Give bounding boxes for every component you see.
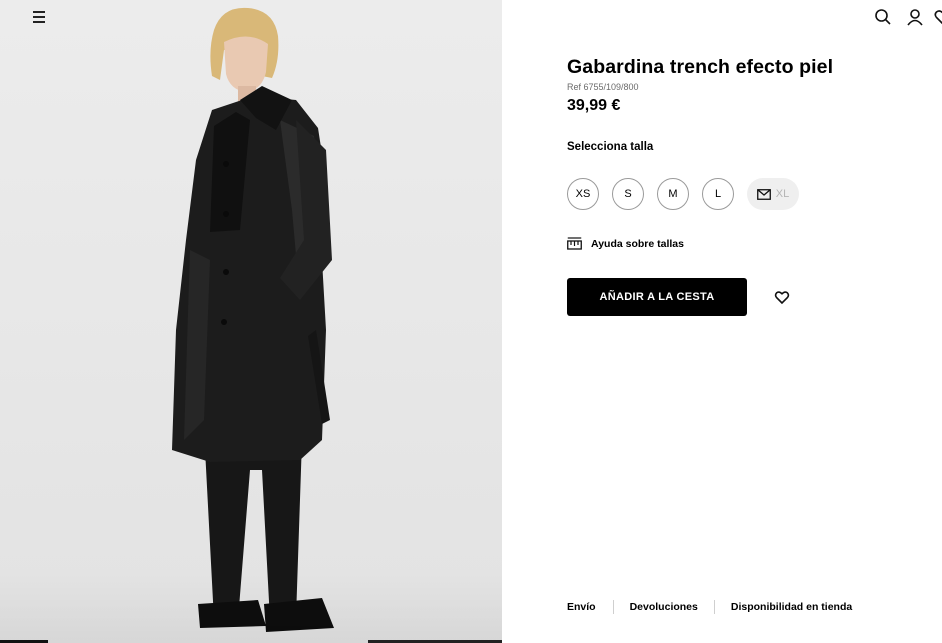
link-divider (713, 600, 715, 614)
heart-icon[interactable] (932, 6, 942, 28)
size-option-l[interactable]: L (702, 178, 734, 210)
mail-icon (756, 188, 771, 200)
size-option-xs[interactable]: XS (567, 178, 599, 210)
model-figure (172, 7, 334, 632)
link-divider (612, 600, 614, 614)
size-option-xl-notify[interactable]: XL (747, 178, 799, 210)
product-title: Gabardina trench efecto piel (567, 56, 834, 78)
size-option-xl-label: XL (775, 188, 790, 200)
store-availability-link[interactable]: Disponibilidad en tienda (731, 601, 852, 613)
search-icon[interactable] (872, 6, 894, 28)
size-selector-label: Selecciona talla (567, 141, 654, 153)
shipping-link[interactable]: Envío (567, 601, 596, 613)
user-icon[interactable] (904, 6, 926, 28)
hamburger-menu-icon[interactable] (30, 8, 48, 26)
header-icons (852, 6, 942, 28)
size-option-s[interactable]: S (612, 178, 644, 210)
product-image[interactable] (0, 0, 502, 643)
ruler-icon (567, 237, 582, 250)
size-help-label: Ayuda sobre tallas (591, 237, 684, 250)
footer-links: Envío Devoluciones Disponibilidad en tie… (567, 600, 852, 614)
wishlist-heart-icon[interactable] (773, 288, 791, 306)
product-reference: Ref 6755/109/800 (567, 82, 639, 92)
image-floor-shadow (0, 573, 502, 643)
product-price: 39,99 € (567, 97, 621, 114)
returns-link[interactable]: Devoluciones (630, 601, 698, 613)
size-selector: XS S M L XL (567, 178, 807, 210)
add-to-cart-button[interactable]: AÑADIR A LA CESTA (567, 278, 747, 316)
size-help-link[interactable]: Ayuda sobre tallas (567, 237, 684, 250)
size-option-m[interactable]: M (657, 178, 689, 210)
product-info: Gabardina trench efecto piel Ref 6755/10… (567, 55, 897, 153)
